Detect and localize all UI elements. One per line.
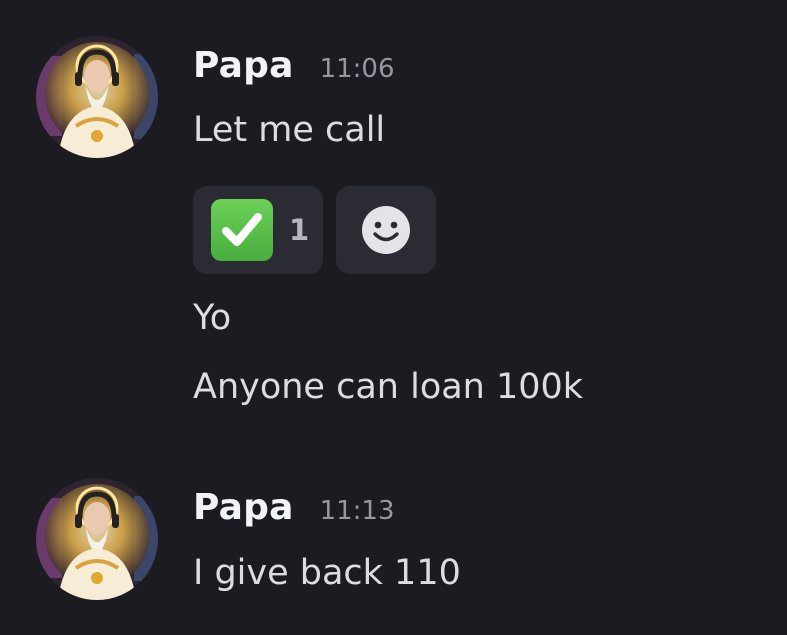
message-header: Papa 11:06 (193, 45, 395, 93)
timestamp[interactable]: 11:13 (320, 496, 395, 526)
message-text: Yo (193, 298, 232, 338)
smiley-face-icon (362, 206, 410, 254)
message-text: Let me call (193, 110, 386, 150)
add-reaction-button[interactable] (336, 186, 436, 274)
message-text: I give back 110 (193, 553, 461, 593)
message-group: Papa 11:13 I give back 110 (0, 440, 787, 635)
reaction-count: 1 (289, 213, 310, 247)
reactions-bar: 1 (193, 186, 436, 274)
message-group: Papa 11:06 Let me call 1 Yo Anyone can l… (0, 0, 787, 440)
message-header: Papa 11:13 (193, 487, 395, 535)
username[interactable]: Papa (193, 45, 294, 86)
avatar-image (36, 478, 158, 600)
white-check-mark-icon (211, 199, 273, 261)
user-avatar[interactable] (36, 478, 158, 600)
user-avatar[interactable] (36, 36, 158, 158)
message-text: Anyone can loan 100k (193, 367, 584, 407)
reaction-check[interactable]: 1 (193, 186, 323, 274)
avatar-image (36, 36, 158, 158)
username[interactable]: Papa (193, 487, 294, 528)
timestamp[interactable]: 11:06 (320, 54, 395, 84)
